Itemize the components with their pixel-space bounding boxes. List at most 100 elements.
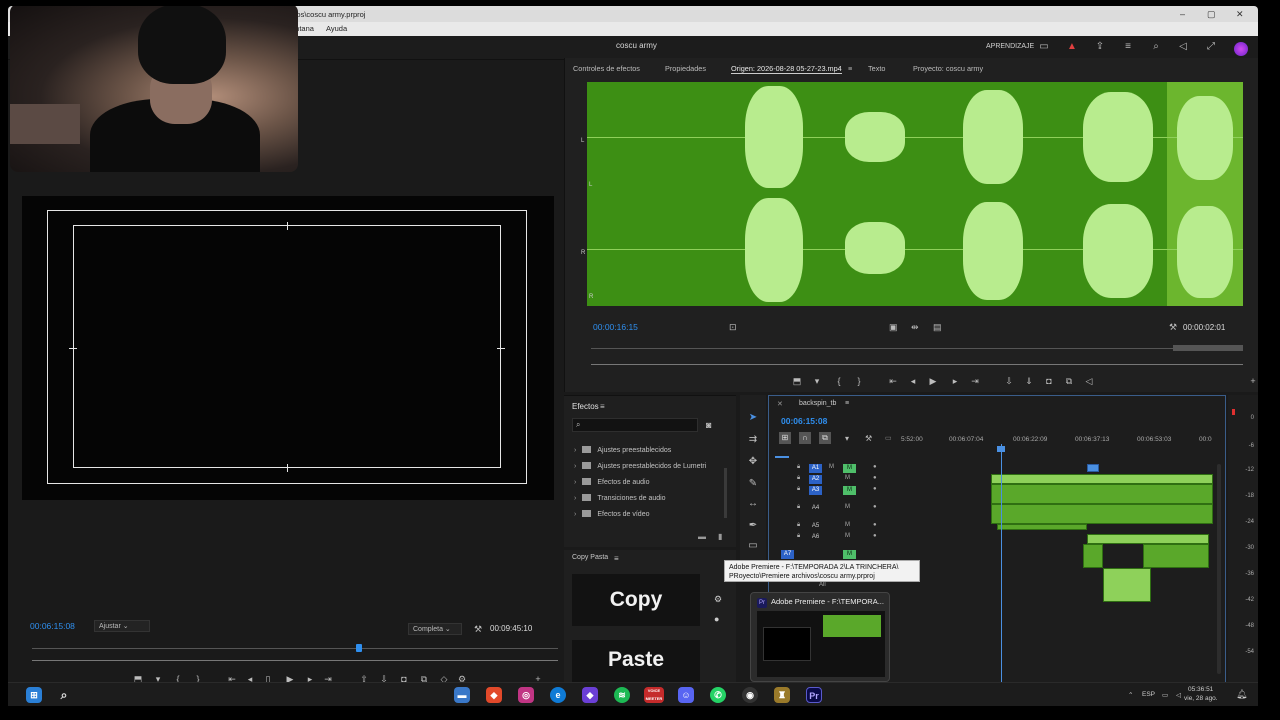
audio-only-icon[interactable]: ▤ [933, 322, 942, 333]
audio-clip[interactable] [1143, 544, 1209, 568]
insert-icon[interactable]: ⬒ [791, 376, 803, 387]
pen-icon[interactable]: ✒ [746, 519, 760, 533]
track-a3[interactable]: 🔒︎ A3 M ● [769, 486, 889, 496]
step-back-icon[interactable]: ◂ [907, 376, 919, 387]
add-button-icon[interactable]: + [1247, 376, 1258, 386]
fx-item-audio-transitions[interactable]: › Transiciones de audio [574, 494, 666, 502]
audio-clip[interactable] [991, 474, 1213, 484]
program-zoom-bar[interactable] [32, 660, 558, 661]
search-icon[interactable]: ⌕ [1150, 41, 1162, 53]
lock-icon[interactable]: 🔒︎ [797, 522, 800, 529]
audio-waveform[interactable]: L R [587, 82, 1243, 306]
copypaste-title[interactable]: Copy Pasta [572, 554, 608, 561]
alert-icon[interactable]: ▲ [1066, 41, 1078, 53]
search-icon[interactable]: ⌕ [56, 687, 72, 703]
track-label[interactable]: A2 [809, 475, 822, 484]
effects-search-input[interactable]: ⌕ [572, 418, 698, 432]
effects-scrollbar[interactable] [724, 468, 727, 518]
audio-clip[interactable] [1103, 568, 1151, 602]
clock-date[interactable]: vie, 28 ago. [1184, 695, 1218, 702]
tab-properties[interactable]: Propiedades [665, 64, 706, 73]
solo-toggle[interactable]: M [843, 464, 856, 473]
source-ruler[interactable] [591, 348, 1243, 349]
timeline-menu-icon[interactable]: ≡ [845, 400, 849, 407]
program-ruler[interactable] [32, 648, 558, 649]
audio-clip[interactable] [991, 504, 1213, 524]
track-label[interactable]: A6 [809, 533, 822, 542]
trash-icon[interactable]: ▮ [718, 532, 722, 541]
wrench-icon[interactable]: ⚒ [1169, 322, 1177, 333]
track-a4[interactable]: 🔒︎ A4 M ● [769, 504, 889, 514]
share-icon[interactable]: ⇪ [1094, 41, 1106, 53]
source-menu-icon[interactable]: ≡ [848, 64, 852, 73]
track-label[interactable]: A3 [809, 486, 822, 495]
mic-icon[interactable]: ● [873, 504, 877, 510]
mic-icon[interactable]: ● [873, 475, 877, 481]
slip-icon[interactable]: ↔ [746, 497, 760, 511]
button-editor-icon[interactable]: ⧉ [1063, 376, 1075, 387]
audio-icon[interactable]: ◁ [1083, 376, 1095, 387]
spotify-icon[interactable]: ≋ [614, 687, 630, 703]
menu-icon[interactable]: ≡ [1122, 41, 1134, 53]
fx-item-presets[interactable]: › Ajustes preestablecidos [574, 446, 671, 454]
drag-icon[interactable]: ⇹ [911, 322, 919, 333]
program-monitor-viewer[interactable] [22, 196, 554, 500]
mute-icon[interactable]: M [845, 533, 850, 539]
effects-title[interactable]: Efectos [572, 402, 599, 411]
play-icon[interactable]: ▶ [927, 376, 939, 387]
step-forward-icon[interactable]: ▸ [949, 376, 961, 387]
ripple-edit-icon[interactable]: ✥ [746, 455, 760, 469]
mute-icon[interactable]: M [845, 522, 850, 528]
fullscreen-icon[interactable]: ⤢ [1205, 41, 1217, 53]
track-a6[interactable]: 🔒︎ A6 M ● [769, 533, 889, 543]
overwrite-icon[interactable]: ⇓ [1023, 376, 1035, 387]
razor-icon[interactable]: ✎ [746, 477, 760, 491]
source-zoom-bar[interactable] [591, 364, 1243, 365]
wrench-icon[interactable]: ⚒ [474, 624, 482, 635]
lock-icon[interactable]: 🔒︎ [797, 504, 800, 511]
clip-marker[interactable] [1087, 464, 1099, 472]
quality-dropdown[interactable]: Completa ⌄ [408, 623, 462, 635]
source-timecode[interactable]: 00:00:16:15 [593, 322, 638, 332]
timeline-playhead-line[interactable] [1001, 444, 1002, 688]
audio-clip[interactable] [997, 524, 1087, 530]
add-marker-icon[interactable]: ▾ [811, 376, 823, 387]
add-marker-icon[interactable]: ▾ [845, 434, 849, 443]
fx-item-audio-effects[interactable]: › Efectos de audio [574, 478, 650, 486]
track-label[interactable]: A4 [809, 504, 822, 513]
go-to-out-icon[interactable]: ⇥ [969, 376, 981, 387]
notification-icon[interactable]: 🔔︎ [1236, 689, 1247, 700]
paste-button[interactable]: Paste [572, 640, 700, 688]
maximize-button[interactable]: ▢ [1207, 9, 1216, 20]
language-indicator[interactable]: ESP [1142, 691, 1155, 698]
volume-icon[interactable]: ◁ [1177, 41, 1189, 53]
windows-start-icon[interactable]: ⊞ [26, 687, 42, 703]
program-timecode[interactable]: 00:06:15:08 [30, 621, 75, 631]
close-icon[interactable]: ✕ [777, 400, 783, 408]
track-label[interactable]: A1 [809, 464, 822, 473]
mic-icon[interactable]: ● [873, 533, 877, 539]
linked-selection-icon[interactable]: ⧉ [819, 432, 831, 444]
source-inout-range[interactable] [1173, 345, 1243, 351]
mark-out-icon[interactable]: } [853, 376, 865, 386]
mic-icon[interactable]: ● [873, 486, 877, 492]
mute-icon[interactable]: M [845, 504, 850, 510]
video-only-icon[interactable]: ▣ [889, 322, 898, 333]
nest-icon[interactable]: ⊞ [779, 432, 791, 444]
track-label[interactable]: A7 [781, 550, 794, 559]
rectangle-icon[interactable]: ▭ [746, 539, 760, 553]
lock-icon[interactable]: 🔒︎ [797, 533, 800, 540]
track-a5[interactable]: 🔒︎ A5 M ● [769, 522, 889, 532]
gear-icon[interactable]: ⚙ [714, 594, 722, 605]
taskbar-thumbnail[interactable]: Pr Adobe Premiere - F:\TEMPORA... [750, 592, 890, 682]
accelerated-icon[interactable]: ◙ [706, 420, 711, 430]
tab-effect-controls[interactable]: Controles de efectos [573, 64, 640, 73]
go-to-in-icon[interactable]: ⇤ [887, 376, 899, 387]
instagram-icon[interactable]: ◎ [518, 687, 534, 703]
speaker-icon[interactable]: ◁ [1176, 691, 1181, 699]
insert-clip-icon[interactable]: ⇩ [1003, 376, 1015, 387]
network-icon[interactable]: ▭ [1162, 691, 1168, 699]
snap-icon[interactable]: ∩ [799, 432, 811, 444]
lock-icon[interactable]: 🔒︎ [797, 475, 800, 482]
tab-text[interactable]: Texto [868, 64, 885, 73]
